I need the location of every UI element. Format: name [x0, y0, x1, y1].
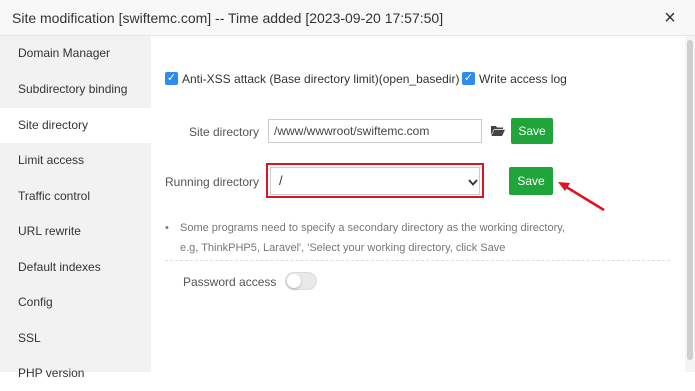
anti-xss-checkbox[interactable]: ✓: [165, 72, 178, 85]
hint-bullet: •: [165, 222, 169, 234]
chevron-down-icon: [468, 179, 478, 186]
annotation-arrow-icon: [558, 182, 605, 212]
sidebar-item-limit-access[interactable]: Limit access: [0, 143, 151, 178]
sidebar-item-ssl[interactable]: SSL: [0, 321, 151, 356]
sidebar: Domain Manager Subdirectory binding Site…: [0, 36, 151, 380]
anti-xss-label: Anti-XSS attack (Base directory limit)(o…: [182, 72, 460, 86]
dialog-title: Site modification [swiftemc.com] -- Time…: [12, 10, 444, 26]
site-directory-save-button[interactable]: Save: [511, 118, 553, 144]
sidebar-item-url-rewrite[interactable]: URL rewrite: [0, 214, 151, 249]
running-directory-label: Running directory: [165, 175, 260, 189]
scrollbar[interactable]: [685, 36, 695, 372]
scrollbar-thumb[interactable]: [687, 40, 693, 360]
sidebar-item-domain-manager[interactable]: Domain Manager: [0, 36, 151, 71]
password-access-label: Password access: [183, 275, 277, 289]
running-directory-save-button[interactable]: Save: [509, 167, 553, 195]
sidebar-item-config[interactable]: Config: [0, 285, 151, 320]
hint-line-2: e.g, ThinkPHP5, Laravel', 'Select your w…: [180, 242, 506, 254]
close-icon[interactable]: ×: [660, 8, 680, 28]
access-log-checkbox[interactable]: ✓: [462, 72, 475, 85]
site-directory-label: Site directory: [189, 125, 260, 139]
folder-open-icon[interactable]: [491, 125, 505, 136]
sidebar-item-traffic-control[interactable]: Traffic control: [0, 179, 151, 214]
site-directory-input[interactable]: /www/wwwroot/swiftemc.com: [268, 119, 482, 143]
section-divider: [165, 260, 670, 261]
toggle-knob: [287, 274, 301, 288]
running-directory-value: /: [279, 173, 283, 188]
access-log-label: Write access log: [479, 72, 567, 86]
hint-line-1: Some programs need to specify a secondar…: [180, 222, 565, 234]
sidebar-item-php-version[interactable]: PHP version: [0, 356, 151, 391]
sidebar-item-default-indexes[interactable]: Default indexes: [0, 250, 151, 285]
running-directory-select[interactable]: /: [270, 167, 480, 195]
sidebar-item-site-directory[interactable]: Site directory: [0, 108, 151, 143]
dialog-title-bar: Site modification [swiftemc.com] -- Time…: [0, 0, 695, 36]
sidebar-item-subdirectory-binding[interactable]: Subdirectory binding: [0, 72, 151, 107]
password-access-toggle[interactable]: [285, 272, 317, 290]
